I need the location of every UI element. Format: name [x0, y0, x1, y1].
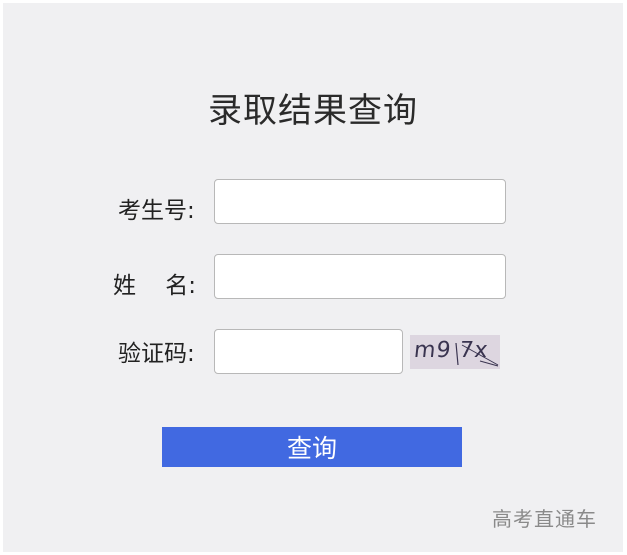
submit-query-button[interactable]: 查询: [162, 427, 462, 467]
exam-number-label: 考生号:: [118, 198, 195, 224]
query-panel: 录取结果查询 考生号: 姓 名: 验证码: m9 7x 查询 高考直通车: [3, 3, 623, 552]
page-title: 录取结果查询: [208, 91, 418, 131]
captcha-label: 验证码:: [118, 341, 195, 367]
watermark-text: 高考直通车: [492, 507, 597, 531]
exam-number-input[interactable]: [214, 179, 506, 224]
captcha-noise-lines: [455, 342, 499, 367]
captcha-input[interactable]: [214, 329, 403, 374]
captcha-image[interactable]: m9 7x: [410, 335, 500, 369]
name-label: 姓 名:: [113, 273, 196, 299]
name-input[interactable]: [214, 254, 506, 299]
